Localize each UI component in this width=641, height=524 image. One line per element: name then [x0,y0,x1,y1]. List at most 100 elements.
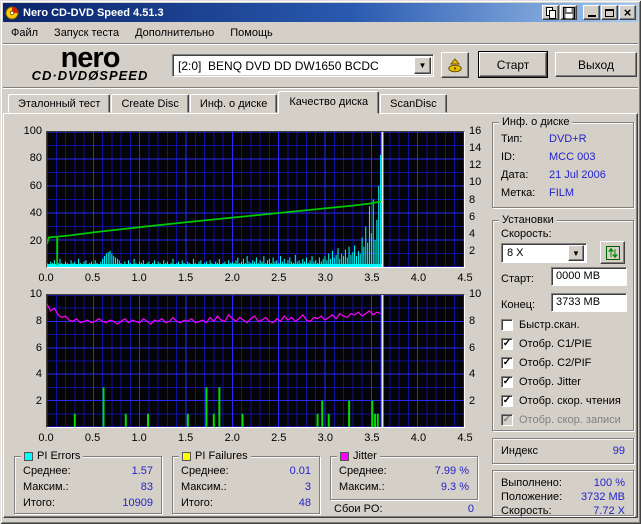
checkbox-box[interactable]: ✓ [501,357,513,369]
start-button[interactable]: Старт [479,52,547,77]
stats-row-value: 83 [140,481,153,493]
tab-4[interactable]: ScanDisc [380,94,447,113]
legend-color-swatch [340,451,349,461]
save-button[interactable] [560,5,577,20]
stats-row-label: Максим.: [181,481,227,493]
speed-label: Скорость: [501,228,552,240]
x-axis-tick-label: 2.0 [224,272,240,284]
progress-row-value: 7.72 X [593,505,625,517]
stats-row-value: 10909 [122,497,153,509]
x-axis-tick-label: 3.5 [364,272,380,284]
scan-start-input[interactable]: 0000 MB [551,267,627,286]
eject-disc-button[interactable] [441,52,469,78]
x-axis-tick-label: 3.0 [317,272,333,284]
legend-color-swatch [182,451,191,461]
disc-info-row-value: DVD+R [549,133,587,145]
progress-row-label: Положение: [501,491,563,503]
x-axis-tick-label: 1.0 [131,272,147,284]
scan-end-input[interactable]: 3733 MB [551,293,627,312]
checkbox-box[interactable]: ✓ [501,338,513,350]
speed-select[interactable]: 8 X ▼ [501,243,587,263]
index-label: Индекс [501,445,538,457]
close-button[interactable]: × [619,5,636,20]
pi-errors-stats-box: PI Errors Среднее: 1.57 Максим.: 83 Итого: 109… [14,450,162,514]
x-axis-tick-label: 1.5 [178,432,194,444]
stats-legend: PI Errors [21,450,84,462]
x-axis-tick-label: 2.5 [271,272,287,284]
index-box: Индекс 99 [492,438,634,464]
drive-select-value: [2:0] BENQ DVD DD DW1650 BCDC [178,58,379,73]
y-axis-tick-label: 10 [29,288,42,300]
tab-0[interactable]: Эталонный тест [8,94,111,113]
stats-row-label: Максим.: [339,481,385,493]
checkbox-box[interactable] [501,319,513,331]
disc-info-row-value: 21 Jul 2006 [549,169,606,181]
stats-row-value: 1.57 [131,465,153,477]
copy-button[interactable] [542,5,559,20]
disc-info-title: Инф. о диске [499,116,573,128]
x-axis-tick-label: 4.0 [410,272,427,284]
checkbox-label: Быстр.скан. [519,319,580,331]
y-axis-tick-label: 16 [469,125,482,137]
menu-item-0[interactable]: Файл [3,25,46,41]
checkbox-1[interactable]: ✓ Отобр. C1/PIE [501,337,629,351]
stats-legend-label: PI Errors [37,450,81,462]
x-axis-tick-label: 4.5 [457,432,473,444]
menu-item-2[interactable]: Дополнительно [127,25,222,41]
titlebar[interactable]: Nero CD-DVD Speed 4.51.3 × [3,3,638,22]
y-axis-tick-label: 8 [469,193,476,206]
nero-logo-subtitle: CD·DVDØSPEED [31,68,149,83]
menu-item-1[interactable]: Запуск теста [46,25,127,41]
y-axis-tick-label: 2 [35,395,42,408]
checkbox-4[interactable]: ✓ Отобр. скор. чтения [501,394,629,408]
drive-select[interactable]: [2:0] BENQ DVD DD DW1650 BCDC ▼ [172,54,434,77]
refresh-icon [605,245,620,260]
pi-failures-jitter-chart [46,294,465,428]
y-axis-tick-label: 14 [469,142,482,155]
tab-1[interactable]: Create Disc [111,94,189,113]
disc-info-row-label: ID: [501,151,516,163]
stats-row-value: 48 [298,497,311,509]
checkbox-2[interactable]: ✓ Отобр. C2/PIF [501,356,629,370]
stats-row-label: Итого: [181,497,213,509]
stats-row-label: Итого: [23,497,55,509]
progress-row-value: 3732 MB [580,491,625,503]
y-axis-tick-label: 12 [469,159,482,172]
y-axis-tick-label: 10 [469,176,482,189]
separator [3,87,638,89]
tab-bar: Эталонный тест Create Disc Инф. о диске Кач… [8,91,448,114]
exit-button[interactable]: Выход [555,52,637,77]
menu-item-3[interactable]: Помощь [222,25,281,41]
y-axis-tick-label: 2 [469,244,476,257]
x-axis-tick-label: 0.0 [38,432,54,444]
x-axis-tick-label: 0.0 [38,272,54,284]
stats-row-value: 0.01 [289,465,311,477]
y-axis-tick-label: 6 [35,341,42,354]
checkbox-box[interactable]: ✓ [501,395,513,407]
x-axis-tick-label: 3.0 [317,432,333,444]
y-axis-tick-label: 4 [469,227,476,240]
stats-legend-label: Jitter [353,450,377,462]
tab-2[interactable]: Инф. о диске [189,94,278,113]
checkbox-0[interactable]: Быстр.скан. [501,318,629,332]
refresh-speed-button[interactable] [600,241,625,264]
maximize-button[interactable] [601,5,618,20]
y-axis-tick-label: 4 [469,368,476,381]
settings-box: Установки Скорость: 8 X ▼ Старт: 0000 MB… [492,214,634,431]
drive-select-dropdown-button[interactable]: ▼ [414,57,431,74]
checkbox-label: Отобр. C2/PIF [519,357,592,369]
tab-3[interactable]: Качество диска [278,91,380,114]
checkbox-3[interactable]: ✓ Отобр. Jitter [501,375,629,389]
stats-row-label: Среднее: [339,465,387,477]
x-axis-tick-label: 2.5 [271,432,287,444]
app-window: Nero CD-DVD Speed 4.51.3 × Файл Запуск те… [0,0,641,524]
checkbox-box[interactable]: ✓ [501,376,513,388]
minimize-button[interactable] [583,5,600,20]
x-axis-tick-label: 4.5 [457,272,473,284]
disc-info-row-label: Метка: [501,187,536,199]
disc-info-row-label: Дата: [501,169,529,181]
settings-title: Установки [499,214,557,226]
x-axis-tick-label: 1.5 [178,272,194,284]
pi-failures-stats-box: PI Failures Среднее: 0.01 Максим.: 3 Итого: 48 [172,450,320,514]
speed-select-dropdown-button[interactable]: ▼ [568,245,584,261]
